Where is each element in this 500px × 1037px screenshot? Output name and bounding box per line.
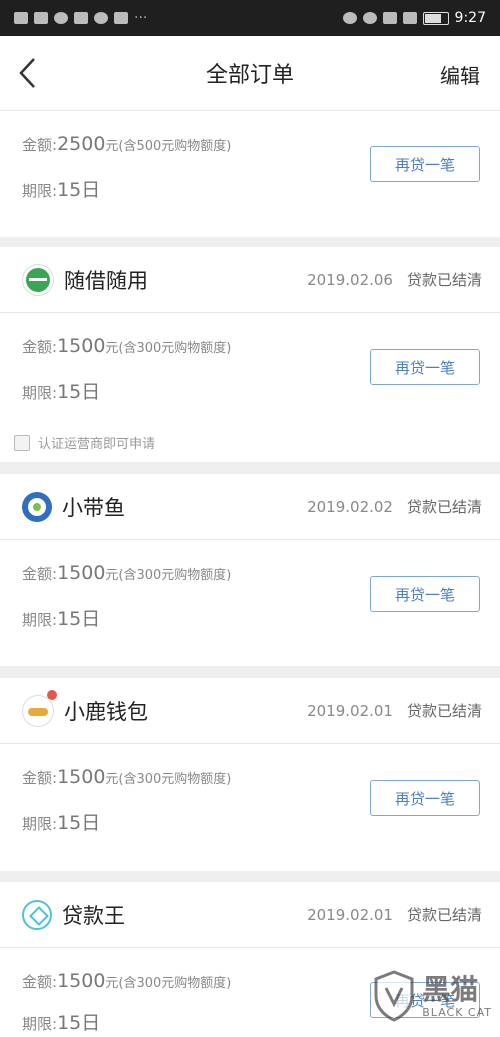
app-name: 小带鱼 (62, 495, 125, 520)
term-line: 期限:15日 (22, 812, 101, 834)
term-value: 15日 (57, 812, 101, 834)
order-header: 随借随用 2019.02.06 贷款已结清 (0, 247, 500, 313)
app-name: 小鹿钱包 (64, 699, 148, 724)
order-body: 金额:1500元(含300元购物额度) 期限:15日 再贷一笔 认证运营商即可申… (0, 313, 500, 461)
term-value: 15日 (57, 179, 101, 201)
status-icons-right: 9:27 (342, 10, 486, 26)
order-status: 贷款已结清 (406, 498, 482, 516)
term-line: 期限:15日 (22, 381, 101, 403)
headphones-icon (342, 12, 357, 24)
term-value: 15日 (57, 1012, 101, 1034)
status-time: 9:27 (454, 10, 486, 26)
term-value: 15日 (57, 608, 101, 630)
nav-bar: 全部订单 编辑 (0, 36, 500, 111)
reloan-button[interactable]: 再贷一笔 (370, 576, 480, 612)
order-body: 金额:2500元(含500元购物额度) 期限:15日 再贷一笔 (0, 111, 500, 231)
order-date: 2019.02.02 (307, 497, 393, 516)
watermark-en: BLACK CAT (422, 1005, 492, 1019)
notice-text: 认证运营商即可申请 (38, 437, 156, 452)
info-icon (14, 434, 30, 451)
order-header: 小带鱼 2019.02.02 贷款已结清 (0, 474, 500, 540)
app-name: 贷款王 (62, 903, 125, 928)
amount-note: 元(含300元购物额度) (105, 772, 232, 787)
order-status: 贷款已结清 (406, 702, 482, 720)
amount-note: 元(含500元购物额度) (105, 139, 232, 154)
order-card: 金额:2500元(含500元购物额度) 期限:15日 再贷一笔 (0, 111, 500, 237)
order-header: 小鹿钱包 2019.02.01 贷款已结清 (0, 678, 500, 744)
edit-button[interactable]: 编辑 (440, 60, 480, 89)
order-header: 贷款王 2019.02.01 贷款已结清 (0, 882, 500, 948)
battery-icon (422, 11, 449, 25)
back-arrow-icon[interactable] (14, 56, 44, 90)
page-title: 全部订单 (205, 63, 294, 88)
order-date: 2019.02.01 (307, 905, 393, 924)
amount-value: 1500 (57, 335, 106, 357)
reloan-button[interactable]: 再贷一笔 (370, 780, 480, 816)
amount-value: 2500 (57, 133, 106, 155)
order-card: 小鹿钱包 2019.02.01 贷款已结清 金额:1500元(含300元购物额度… (0, 678, 500, 871)
vibrate-icon (402, 12, 417, 24)
term-line: 期限:15日 (22, 1012, 101, 1034)
app-notification-icon (114, 12, 128, 24)
term-line: 期限:15日 (22, 608, 101, 630)
app-logo-icon (22, 899, 52, 930)
app-name: 随借随用 (64, 268, 148, 293)
notice: 认证运营商即可申请 (14, 433, 155, 452)
order-body: 金额:1500元(含300元购物额度) 期限:15日 再贷一笔 (0, 744, 500, 870)
reloan-button[interactable]: 再贷一笔 (370, 349, 480, 385)
watermark-cn: 黑猫 (422, 972, 479, 1006)
amount-value: 1500 (57, 562, 106, 584)
app-notification-icon (34, 12, 48, 24)
watermark: 黑猫 BLACK CAT (362, 961, 492, 1031)
app-logo-icon (22, 491, 52, 522)
order-card: 小带鱼 2019.02.02 贷款已结清 金额:1500元(含300元购物额度)… (0, 474, 500, 666)
term-line: 期限:15日 (22, 179, 101, 201)
status-bar: ··· 9:27 (0, 0, 500, 36)
amount-value: 1500 (57, 766, 106, 788)
shield-notification-icon (74, 12, 88, 24)
bluetooth-icon (382, 12, 397, 24)
amount-line: 金额:1500元(含300元购物额度) (22, 970, 232, 992)
amount-value: 1500 (57, 970, 106, 992)
term-value: 15日 (57, 381, 101, 403)
order-date: 2019.02.06 (307, 270, 393, 289)
app-logo-icon (22, 263, 54, 296)
amount-line: 金额:1500元(含300元购物额度) (22, 766, 232, 788)
status-icons-left: ··· (14, 10, 147, 26)
notification-dot (47, 689, 57, 700)
amount-line: 金额:1500元(含300元购物额度) (22, 335, 232, 357)
alarm-icon (362, 12, 377, 24)
amount-line: 金额:2500元(含500元购物额度) (22, 133, 232, 155)
amount-line: 金额:1500元(含300元购物额度) (22, 562, 232, 584)
order-date: 2019.02.01 (307, 701, 393, 720)
order-status: 贷款已结清 (406, 271, 482, 289)
reloan-button[interactable]: 再贷一笔 (370, 146, 480, 182)
signal-icon (14, 12, 28, 24)
headset-icon (54, 12, 68, 24)
amount-note: 元(含300元购物额度) (105, 976, 232, 991)
order-card: 随借随用 2019.02.06 贷款已结清 金额:1500元(含300元购物额度… (0, 247, 500, 462)
amount-note: 元(含300元购物额度) (105, 568, 232, 583)
app-logo-icon (22, 689, 57, 727)
message-icon (94, 12, 108, 24)
order-status: 贷款已结清 (406, 906, 482, 924)
amount-note: 元(含300元购物额度) (105, 341, 232, 356)
more-icon: ··· (134, 10, 148, 26)
shield-logo-icon (374, 970, 414, 1022)
order-body: 金额:1500元(含300元购物额度) 期限:15日 再贷一笔 (0, 540, 500, 666)
